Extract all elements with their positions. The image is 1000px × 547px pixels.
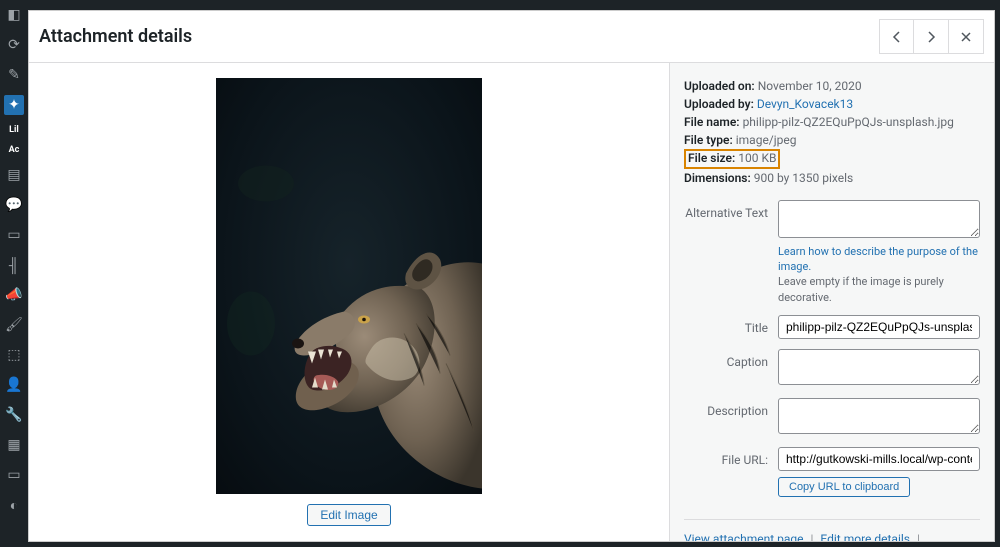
modal-title: Attachment details [39, 26, 879, 47]
forms-icon[interactable]: ▭ [4, 225, 24, 245]
posts-icon[interactable]: ✎ [4, 65, 24, 85]
sidebar-label-2: Ac [9, 145, 20, 155]
chevron-right-icon [925, 31, 937, 43]
meta-info: Uploaded on: November 10, 2020 Uploaded … [684, 77, 980, 187]
title-input[interactable] [778, 315, 980, 339]
settings-icon[interactable]: ▦ [4, 435, 24, 455]
caption-label: Caption [684, 349, 768, 369]
close-button[interactable] [949, 19, 984, 54]
wp-admin-sidebar: ◧ ⟳ ✎ ✦ Lil Ac ▤ 💬 ▭ ╢ 📣 🖌 ⬚ 👤 🔧 ▦ ▭ ◐ [0, 0, 28, 547]
divider-icon: ▭ [4, 465, 24, 485]
description-input[interactable] [778, 398, 980, 434]
details-panel: Uploaded on: November 10, 2020 Uploaded … [669, 63, 994, 541]
sidebar-label: Lil [9, 125, 19, 135]
dashboard-icon[interactable]: ◧ [4, 5, 24, 25]
attachment-image [216, 78, 482, 494]
view-attachment-link[interactable]: View attachment page [684, 532, 804, 541]
file-url-label: File URL: [684, 447, 768, 467]
alt-help-link[interactable]: Learn how to describe the purpose of the… [778, 245, 978, 273]
collapse-icon[interactable]: ◐ [4, 495, 24, 515]
actions-row: View attachment page | Edit more details… [684, 519, 980, 541]
plugins-icon[interactable]: ⬚ [4, 345, 24, 365]
description-label: Description [684, 398, 768, 418]
pages-icon[interactable]: ▤ [4, 165, 24, 185]
caption-input[interactable] [778, 349, 980, 385]
modal-header: Attachment details [29, 11, 994, 63]
edit-image-button[interactable]: Edit Image [307, 504, 390, 526]
alt-text-label: Alternative Text [684, 200, 768, 220]
uploader-link[interactable]: Devyn_Kovacek13 [757, 97, 853, 111]
file-size-highlight: File size: 100 KB [684, 149, 780, 169]
file-url-input[interactable] [778, 447, 980, 471]
alt-text-input[interactable] [778, 200, 980, 238]
users-icon[interactable]: 👤 [4, 375, 24, 395]
chevron-left-icon [891, 31, 903, 43]
edit-details-link[interactable]: Edit more details [820, 532, 910, 541]
tools-icon[interactable]: 🔧 [4, 405, 24, 425]
marketing-icon[interactable]: 📣 [4, 285, 24, 305]
updates-icon[interactable]: ⟳ [4, 35, 24, 55]
title-label: Title [684, 315, 768, 335]
appearance-icon[interactable]: 🖌 [4, 315, 24, 335]
copy-url-button[interactable]: Copy URL to clipboard [778, 477, 910, 497]
close-icon [960, 31, 972, 43]
comments-icon[interactable]: 💬 [4, 195, 24, 215]
analytics-icon[interactable]: ╢ [4, 255, 24, 275]
media-preview-panel: Edit Image [29, 63, 669, 541]
prev-button[interactable] [879, 19, 914, 54]
media-icon[interactable]: ✦ [4, 95, 24, 115]
next-button[interactable] [914, 19, 949, 54]
attachment-details-modal: Attachment details [28, 10, 995, 542]
